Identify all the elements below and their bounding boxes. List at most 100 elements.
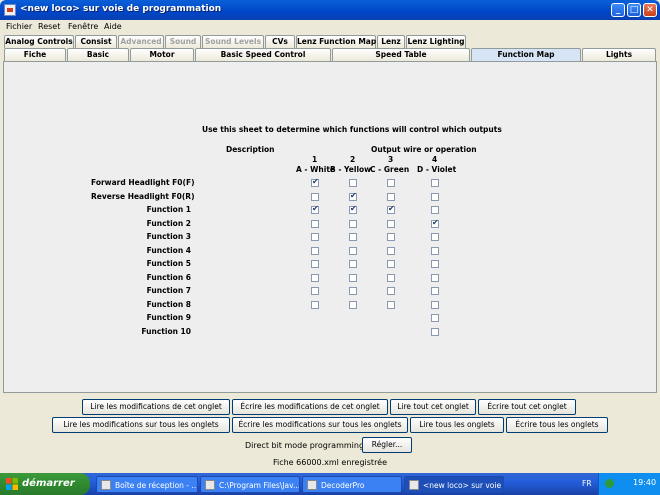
tab-lights[interactable]: Lights [582, 48, 656, 61]
function-output-checkbox[interactable] [387, 287, 395, 295]
write-changes-all-button[interactable]: Écrire les modifications sur tous les on… [232, 417, 408, 433]
menu-fichier[interactable]: Fichier [6, 22, 32, 31]
function-row-label: Function 2 [146, 218, 191, 228]
tab-sound-levels[interactable]: Sound Levels [202, 35, 264, 48]
tab-sound[interactable]: Sound [165, 35, 201, 48]
start-button[interactable]: démarrer [0, 473, 90, 495]
function-output-checkbox[interactable] [431, 246, 439, 255]
function-output-checkbox[interactable] [349, 233, 357, 241]
function-row-label: Function 5 [146, 259, 191, 268]
tab-lenz-lighting[interactable]: Lenz Lighting [406, 35, 466, 48]
function-output-checkbox[interactable] [431, 218, 439, 228]
read-all-tab-button[interactable]: Lire tout cet onglet [390, 399, 476, 415]
function-output-checkbox[interactable] [387, 233, 395, 241]
function-output-checkbox[interactable] [349, 219, 357, 228]
function-output-checkbox[interactable] [387, 273, 395, 282]
function-output-checkbox[interactable] [431, 300, 439, 309]
function-output-checkbox[interactable] [387, 192, 395, 201]
function-output-checkbox[interactable] [311, 219, 319, 228]
taskbar-item-decoderpro[interactable]: DecoderPro [302, 476, 402, 493]
tab-fiche[interactable]: Fiche [4, 48, 66, 61]
function-output-checkbox[interactable] [349, 246, 357, 255]
taskbar-item-inbox[interactable]: Boîte de réception - ... [96, 476, 198, 493]
function-output-checkbox[interactable] [311, 273, 319, 282]
minimize-button[interactable]: _ [611, 3, 625, 17]
function-output-checkbox[interactable] [311, 192, 319, 201]
menu-reset[interactable]: Reset [38, 22, 60, 31]
write-all-button[interactable]: Écrire tous les onglets [506, 417, 608, 433]
taskbar-item-explorer[interactable]: C:\Program Files\Jav... [200, 476, 300, 493]
column-number: 2 [350, 155, 356, 164]
function-output-checkbox[interactable] [387, 260, 395, 268]
write-all-tab-button[interactable]: Écrire tout cet onglet [478, 399, 576, 415]
taskbar-item-label: Boîte de réception - ... [115, 481, 198, 490]
write-changes-tab-button[interactable]: Écrire les modifications de cet onglet [232, 399, 388, 415]
tab-motor[interactable]: Motor [130, 48, 194, 61]
function-output-checkbox[interactable] [431, 260, 439, 268]
tab-consist[interactable]: Consist [75, 35, 117, 48]
function-output-checkbox[interactable] [349, 300, 357, 309]
function-output-checkbox[interactable] [349, 204, 357, 214]
function-output-checkbox[interactable] [311, 287, 319, 295]
function-output-checkbox[interactable] [387, 179, 395, 187]
clock: 19:40 [633, 478, 657, 487]
function-row-label: Function 7 [146, 286, 191, 295]
function-output-checkbox[interactable] [349, 260, 357, 268]
status-text: Fiche 66000.xml enregistrée [272, 458, 388, 467]
menu-bar: Fichier Reset Fenêtre Aide [0, 20, 660, 34]
function-output-checkbox[interactable] [431, 206, 439, 214]
function-row-label: Function 9 [146, 313, 191, 322]
language-indicator[interactable]: FR [582, 479, 592, 488]
function-output-checkbox[interactable] [349, 273, 357, 282]
read-changes-tab-button[interactable]: Lire les modifications de cet onglet [82, 399, 230, 415]
close-button[interactable]: ✕ [643, 3, 657, 17]
function-output-checkbox[interactable] [349, 191, 357, 201]
function-output-checkbox[interactable] [431, 179, 439, 187]
tab-cvs[interactable]: CVs [265, 35, 295, 48]
function-output-checkbox[interactable] [387, 246, 395, 255]
function-output-checkbox[interactable] [349, 179, 357, 187]
menu-aide[interactable]: Aide [104, 22, 122, 31]
function-output-checkbox[interactable] [431, 287, 439, 295]
tab-lenz[interactable]: Lenz [377, 35, 405, 48]
tab-speed-table[interactable]: Speed Table [332, 48, 470, 61]
set-button[interactable]: Régler... [362, 437, 412, 453]
tab-advanced[interactable]: Advanced [118, 35, 164, 48]
function-output-checkbox[interactable] [387, 219, 395, 228]
read-changes-all-button[interactable]: Lire les modifications sur tous les ongl… [52, 417, 230, 433]
function-output-checkbox[interactable] [431, 273, 439, 282]
tab-basic[interactable]: Basic [67, 48, 129, 61]
function-output-checkbox[interactable] [431, 233, 439, 241]
function-output-checkbox[interactable] [311, 300, 319, 309]
tab-basic-speed-control[interactable]: Basic Speed Control [195, 48, 331, 61]
tab-analog-controls[interactable]: Analog Controls [4, 35, 74, 48]
function-output-checkbox[interactable] [387, 204, 395, 214]
read-all-button[interactable]: Lire tous les onglets [410, 417, 504, 433]
function-output-checkbox[interactable] [431, 327, 439, 336]
mail-icon [101, 480, 111, 490]
function-output-checkbox[interactable] [311, 246, 319, 255]
taskbar-item-loco-window[interactable]: <new loco> sur voie ... [404, 476, 504, 493]
tab-row-1: Analog Controls Consist Advanced Sound S… [0, 35, 660, 48]
network-icon[interactable] [605, 479, 614, 488]
function-row-label: Function 3 [146, 232, 191, 241]
title-bar[interactable]: <new loco> sur voie de programmation _ □… [0, 0, 660, 20]
tab-lenz-function-map[interactable]: Lenz Function Map [296, 35, 376, 48]
output-header: Output wire or operation [371, 145, 477, 154]
function-output-checkbox[interactable] [311, 260, 319, 268]
function-output-checkbox[interactable] [311, 204, 319, 214]
function-output-checkbox[interactable] [349, 287, 357, 295]
function-output-checkbox[interactable] [311, 177, 319, 187]
function-output-checkbox[interactable] [387, 300, 395, 309]
function-output-checkbox[interactable] [431, 192, 439, 201]
instructions-text: Use this sheet to determine which functi… [202, 125, 502, 134]
function-output-checkbox[interactable] [311, 233, 319, 241]
maximize-button[interactable]: □ [627, 3, 641, 17]
folder-icon [205, 480, 215, 490]
window-title: <new loco> sur voie de programmation [20, 4, 222, 14]
menu-fenetre[interactable]: Fenêtre [68, 22, 98, 31]
taskbar-item-label: <new loco> sur voie ... [423, 481, 504, 490]
tab-function-map[interactable]: Function Map [471, 48, 581, 61]
function-output-checkbox[interactable] [431, 314, 439, 322]
mode-label: Direct bit mode programming [245, 441, 365, 450]
